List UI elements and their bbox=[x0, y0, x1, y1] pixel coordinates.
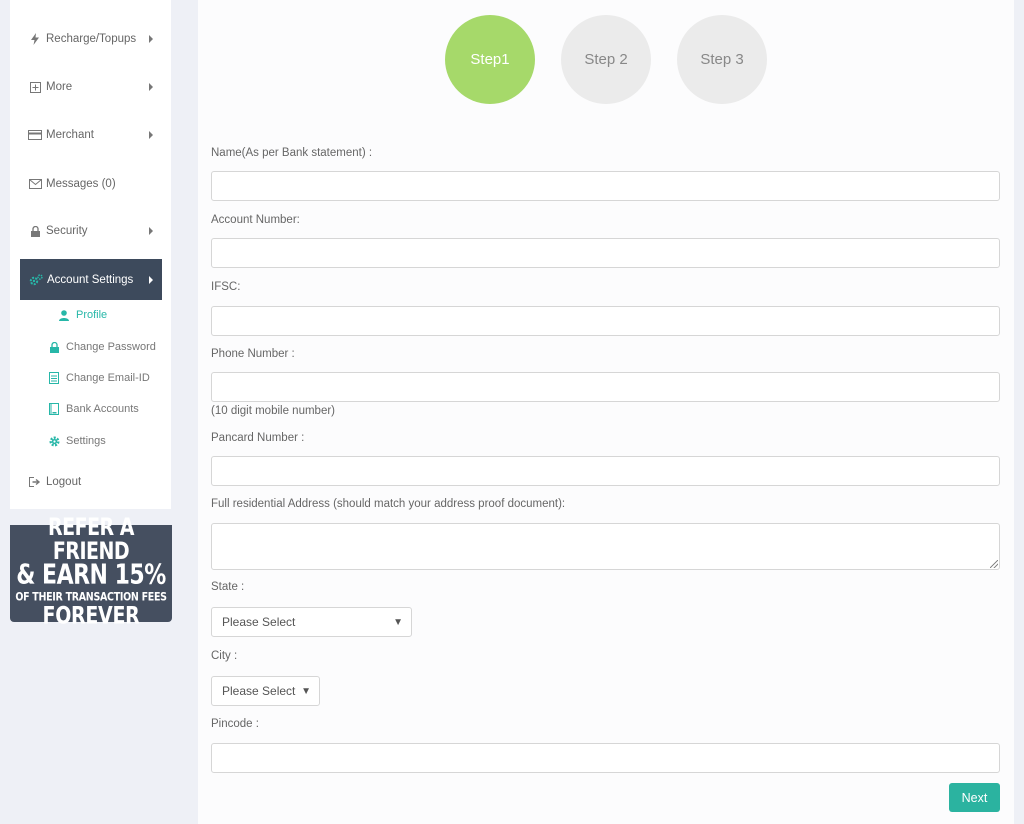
banner-line: REFER A FRIEND bbox=[47, 513, 135, 565]
dropdown-caret-icon: ▼ bbox=[301, 685, 311, 697]
city-selected-value: Please Select bbox=[222, 684, 296, 698]
bank-book-icon bbox=[48, 403, 60, 415]
address-textarea[interactable] bbox=[211, 523, 1000, 570]
sidebar-item-more[interactable]: More bbox=[10, 67, 171, 107]
sidebar-subitem-bank-accounts[interactable]: Bank Accounts bbox=[48, 399, 139, 419]
lock-icon bbox=[48, 341, 60, 353]
ifsc-label: IFSC: bbox=[211, 281, 241, 293]
user-icon bbox=[58, 309, 70, 321]
sidebar-subitem-settings[interactable]: Settings bbox=[48, 431, 106, 451]
ifsc-input[interactable] bbox=[211, 306, 1000, 336]
caret-right-icon bbox=[149, 275, 153, 284]
account-number-input[interactable] bbox=[211, 238, 1000, 268]
name-input[interactable] bbox=[211, 171, 1000, 201]
document-icon bbox=[48, 372, 60, 384]
sidebar-item-merchant[interactable]: Merchant bbox=[10, 115, 171, 155]
phone-number-input[interactable] bbox=[211, 372, 1000, 402]
bolt-icon bbox=[28, 33, 42, 45]
sidebar-item-label: Account Settings bbox=[47, 273, 134, 286]
sidebar-item-label: Security bbox=[46, 225, 88, 237]
sidebar: Recharge/Topups More Merchant Messages (… bbox=[10, 0, 171, 509]
city-label: City : bbox=[211, 650, 238, 662]
sidebar-item-messages[interactable]: Messages (0) bbox=[10, 164, 171, 204]
credit-card-icon bbox=[28, 130, 42, 140]
caret-right-icon bbox=[149, 35, 153, 43]
sidebar-item-label: Logout bbox=[46, 476, 82, 488]
sidebar-item-label: Messages (0) bbox=[46, 178, 116, 190]
caret-right-icon bbox=[149, 227, 153, 235]
pincode-label: Pincode : bbox=[211, 718, 259, 730]
sidebar-subitem-change-password[interactable]: Change Password bbox=[48, 337, 156, 357]
lock-icon bbox=[28, 225, 42, 237]
caret-right-icon bbox=[149, 83, 153, 91]
pancard-number-label: Pancard Number : bbox=[211, 432, 305, 444]
step-1-indicator[interactable]: Step1 bbox=[445, 15, 535, 104]
sidebar-item-logout[interactable]: Logout bbox=[10, 462, 171, 502]
phone-number-label: Phone Number : bbox=[211, 348, 295, 360]
sidebar-item-account-settings[interactable]: Account Settings bbox=[20, 259, 162, 300]
sidebar-subitem-label: Settings bbox=[66, 435, 106, 447]
resize-grip-icon[interactable] bbox=[990, 560, 998, 568]
pancard-number-input[interactable] bbox=[211, 456, 1000, 486]
cogs-icon bbox=[29, 273, 43, 286]
sign-out-icon bbox=[28, 477, 42, 487]
sidebar-item-label: More bbox=[46, 81, 73, 93]
banner-line: FOREVER bbox=[42, 602, 140, 630]
sidebar-item-security[interactable]: Security bbox=[10, 211, 171, 251]
step-3-indicator[interactable]: Step 3 bbox=[677, 15, 767, 104]
sidebar-subitem-label: Bank Accounts bbox=[66, 403, 139, 415]
caret-right-icon bbox=[149, 131, 153, 139]
account-number-label: Account Number: bbox=[211, 214, 300, 226]
sidebar-subitem-label: Profile bbox=[76, 309, 108, 321]
state-label: State : bbox=[211, 581, 245, 593]
phone-number-hint: (10 digit mobile number) bbox=[211, 405, 336, 417]
next-button[interactable]: Next bbox=[949, 783, 1000, 812]
city-select[interactable]: Please Select ▼ bbox=[211, 676, 320, 706]
plus-square-icon bbox=[28, 81, 42, 93]
gear-icon bbox=[48, 436, 60, 447]
state-select[interactable]: Please Select ▼ bbox=[211, 607, 412, 637]
sidebar-subitem-label: Change Email-ID bbox=[66, 372, 150, 384]
bank-details-form-panel: Step1 Step 2 Step 3 Name(As per Bank sta… bbox=[198, 0, 1014, 824]
sidebar-item-label: Merchant bbox=[46, 129, 94, 141]
address-textarea-wrapper bbox=[211, 523, 1000, 570]
banner-line: & EARN 15% bbox=[16, 559, 166, 591]
envelope-icon bbox=[28, 179, 42, 189]
pincode-input[interactable] bbox=[211, 743, 1000, 773]
sidebar-item-recharge[interactable]: Recharge/Topups bbox=[10, 19, 171, 59]
sidebar-subitem-profile[interactable]: Profile bbox=[58, 305, 107, 325]
name-label: Name(As per Bank statement) : bbox=[211, 147, 373, 159]
step-2-indicator[interactable]: Step 2 bbox=[561, 15, 651, 104]
dropdown-caret-icon: ▼ bbox=[393, 616, 403, 628]
sidebar-subitem-change-email[interactable]: Change Email-ID bbox=[48, 368, 150, 388]
sidebar-item-label: Recharge/Topups bbox=[46, 33, 137, 45]
sidebar-subitem-label: Change Password bbox=[66, 341, 156, 353]
address-label: Full residential Address (should match y… bbox=[211, 498, 566, 510]
refer-a-friend-banner[interactable]: REFER A FRIEND & EARN 15% OF THEIR TRANS… bbox=[10, 515, 172, 628]
state-selected-value: Please Select bbox=[222, 615, 296, 629]
